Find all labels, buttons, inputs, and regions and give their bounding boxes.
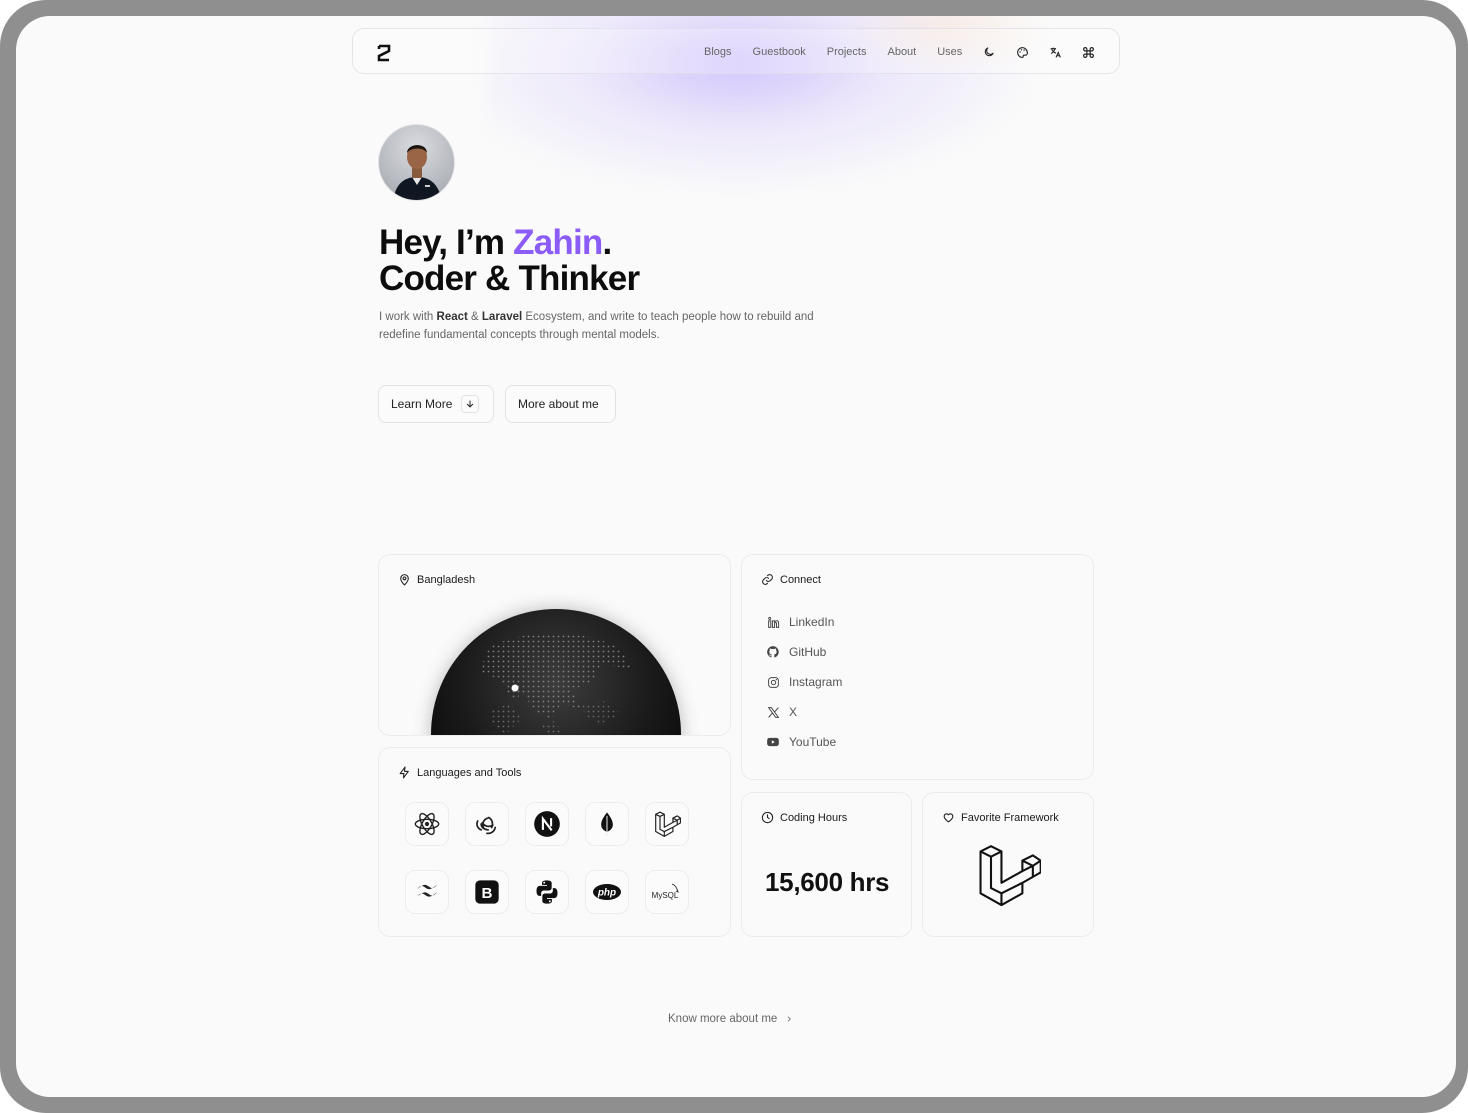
- connect-instagram[interactable]: Instagram: [766, 667, 842, 697]
- zap-icon: [398, 766, 411, 779]
- connect-linkedin[interactable]: LinkedIn: [766, 607, 842, 637]
- python-icon[interactable]: [525, 870, 569, 914]
- github-icon: [766, 645, 780, 659]
- coding-hours-card: Coding Hours 15,600 hrs: [741, 792, 912, 937]
- connect-x[interactable]: X: [766, 697, 842, 727]
- react-icon[interactable]: [405, 802, 449, 846]
- globe[interactable]: [431, 609, 681, 735]
- nav-links: Blogs Guestbook Projects About Uses: [704, 29, 966, 75]
- tools-card-title: Languages and Tools: [398, 766, 521, 779]
- translate-icon[interactable]: [1048, 45, 1062, 59]
- svg-text:php: php: [597, 888, 616, 899]
- moon-icon[interactable]: [982, 45, 996, 59]
- nav-link-projects[interactable]: Projects: [827, 46, 867, 58]
- logo-icon[interactable]: [377, 40, 391, 62]
- location-marker: [511, 684, 519, 692]
- map-pin-icon: [398, 573, 411, 586]
- heart-icon: [942, 811, 955, 824]
- learn-more-button[interactable]: Learn More: [378, 385, 494, 423]
- svg-text:MySQL: MySQL: [652, 891, 679, 900]
- hero-name: Zahin: [513, 223, 603, 262]
- nav-actions: [963, 29, 1095, 75]
- more-about-me-button[interactable]: More about me: [505, 385, 616, 423]
- tailwind-icon[interactable]: [405, 870, 449, 914]
- tools-grid: B php MySQL: [405, 802, 689, 914]
- hero-headline: Hey, I’m Zahin. Coder & Thinker: [379, 223, 640, 298]
- know-more-link[interactable]: Know more about me: [668, 1013, 793, 1025]
- mongodb-icon[interactable]: [585, 802, 629, 846]
- headline-line-1: Hey, I’m Zahin.: [379, 223, 612, 262]
- nav-link-guestbook[interactable]: Guestbook: [753, 46, 806, 58]
- bootstrap-icon[interactable]: B: [465, 870, 509, 914]
- favorite-framework-card: Favorite Framework: [922, 792, 1094, 937]
- redux-icon[interactable]: [465, 802, 509, 846]
- favorite-framework-title: Favorite Framework: [942, 811, 1059, 824]
- nav-link-blogs[interactable]: Blogs: [704, 46, 732, 58]
- nav-link-uses[interactable]: Uses: [937, 46, 962, 58]
- connect-card: Connect LinkedIn GitHub Instagram X YouT…: [741, 554, 1094, 780]
- location-card: Bangladesh: [378, 554, 731, 736]
- connect-youtube[interactable]: YouTube: [766, 727, 842, 757]
- arrow-down-icon: [461, 395, 480, 413]
- x-icon: [766, 705, 780, 719]
- languages-tools-card: Languages and Tools B php MySQL: [378, 747, 731, 937]
- headline-line-2: Coder & Thinker: [379, 259, 640, 298]
- coding-hours-value: 15,600 hrs: [765, 867, 890, 897]
- coding-hours-title: Coding Hours: [761, 811, 847, 824]
- avatar: [378, 124, 455, 201]
- linkedin-icon: [766, 615, 780, 629]
- laravel-logo-icon: [979, 845, 1041, 907]
- hero-intro: I work with React & Laravel Ecosystem, a…: [379, 311, 814, 341]
- palette-icon[interactable]: [1015, 45, 1029, 59]
- laravel-icon[interactable]: [645, 802, 689, 846]
- top-navbar: Blogs Guestbook Projects About Uses: [352, 28, 1120, 74]
- connect-card-title: Connect: [761, 573, 821, 586]
- chevron-right-icon: [785, 1015, 793, 1023]
- clock-icon: [761, 811, 774, 824]
- svg-text:B: B: [482, 885, 493, 902]
- globe-dots: [481, 633, 631, 735]
- php-icon[interactable]: php: [585, 870, 629, 914]
- connect-github[interactable]: GitHub: [766, 637, 842, 667]
- mysql-icon[interactable]: MySQL: [645, 870, 689, 914]
- page: Blogs Guestbook Projects About Uses Hey,…: [16, 16, 1456, 1097]
- youtube-icon: [766, 735, 780, 749]
- avatar-photo: [393, 145, 442, 200]
- nextjs-icon[interactable]: [525, 802, 569, 846]
- connect-list: LinkedIn GitHub Instagram X YouTube: [766, 607, 842, 757]
- command-icon[interactable]: [1081, 45, 1095, 59]
- instagram-icon: [766, 675, 780, 689]
- device-frame: Blogs Guestbook Projects About Uses Hey,…: [0, 0, 1468, 1113]
- link-icon: [761, 573, 774, 586]
- nav-link-about[interactable]: About: [887, 46, 916, 58]
- location-card-title: Bangladesh: [398, 573, 475, 586]
